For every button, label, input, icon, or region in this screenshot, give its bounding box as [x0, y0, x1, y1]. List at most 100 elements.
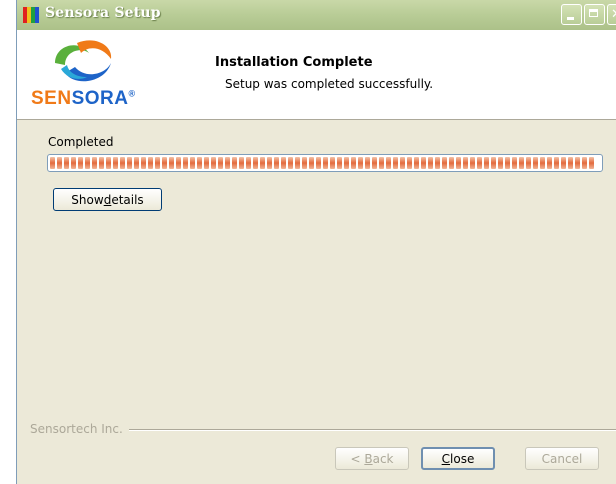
- progress-block: [428, 157, 433, 169]
- progress-block: [204, 157, 209, 169]
- progress-block: [484, 157, 489, 169]
- progress-block: [141, 157, 146, 169]
- window-title: Sensora Setup: [45, 5, 161, 21]
- close-window-button[interactable]: [607, 4, 616, 25]
- progress-block: [253, 157, 258, 169]
- progress-block: [498, 157, 503, 169]
- progress-block: [358, 157, 363, 169]
- progress-block: [470, 157, 475, 169]
- back-label-post: ack: [372, 451, 394, 466]
- status-label: Completed: [48, 135, 114, 149]
- maximize-button[interactable]: [584, 4, 605, 25]
- page-title: Installation Complete: [215, 55, 373, 70]
- progress-block: [463, 157, 468, 169]
- progress-block: [162, 157, 167, 169]
- progress-block: [113, 157, 118, 169]
- minimize-button[interactable]: [561, 4, 582, 25]
- page-subtitle: Setup was completed successfully.: [225, 77, 434, 91]
- progress-block: [274, 157, 279, 169]
- logo-text-sora: SORA: [71, 88, 129, 109]
- app-icon[interactable]: [23, 7, 39, 23]
- title-bar[interactable]: Sensora Setup: [17, 0, 616, 30]
- progress-block: [379, 157, 384, 169]
- progress-block: [316, 157, 321, 169]
- progress-block: [302, 157, 307, 169]
- progress-block: [85, 157, 90, 169]
- logo-swoosh-orange: [77, 40, 112, 59]
- show-details-label-pre: Show: [71, 192, 104, 207]
- progress-block: [365, 157, 370, 169]
- logo-registered-mark: ®: [128, 88, 136, 99]
- progress-block: [134, 157, 139, 169]
- progress-block: [519, 157, 524, 169]
- progress-block: [239, 157, 244, 169]
- progress-block: [197, 157, 202, 169]
- logo-mark-icon: [55, 40, 112, 82]
- back-label-pre: <: [350, 451, 365, 466]
- progress-block: [526, 157, 531, 169]
- progress-block: [295, 157, 300, 169]
- progress-block: [575, 157, 580, 169]
- progress-block: [330, 157, 335, 169]
- progress-block: [211, 157, 216, 169]
- progress-block: [400, 157, 405, 169]
- progress-block: [106, 157, 111, 169]
- show-details-label-post: etails: [111, 192, 144, 207]
- progress-block: [176, 157, 181, 169]
- back-button[interactable]: < Back: [335, 447, 409, 470]
- progress-block: [582, 157, 587, 169]
- progress-block: [225, 157, 230, 169]
- progress-block: [288, 157, 293, 169]
- progress-block: [50, 157, 55, 169]
- progress-block: [491, 157, 496, 169]
- progress-block: [477, 157, 482, 169]
- progress-block: [127, 157, 132, 169]
- footer-brand: Sensortech Inc.: [30, 422, 127, 436]
- progress-block: [99, 157, 104, 169]
- progress-block: [372, 157, 377, 169]
- cancel-button[interactable]: Cancel: [525, 447, 599, 470]
- progress-block: [183, 157, 188, 169]
- progress-block: [148, 157, 153, 169]
- progress-block: [449, 157, 454, 169]
- progress-block: [281, 157, 286, 169]
- progress-block: [57, 157, 62, 169]
- footer-divider: [129, 429, 616, 431]
- progress-block: [267, 157, 272, 169]
- close-label-accel: C: [441, 451, 451, 466]
- progress-block: [512, 157, 517, 169]
- progress-block: [505, 157, 510, 169]
- logo-swoosh-blue: [65, 63, 111, 82]
- progress-block: [540, 157, 545, 169]
- progress-block: [323, 157, 328, 169]
- progress-block: [554, 157, 559, 169]
- progress-block: [561, 157, 566, 169]
- logo-text-sen: SEN: [31, 88, 72, 109]
- progress-block: [533, 157, 538, 169]
- icon-bar-blue: [35, 7, 39, 23]
- progress-block: [190, 157, 195, 169]
- show-details-button[interactable]: Show d etails: [53, 188, 162, 211]
- sensora-logo: SENSORA®: [31, 33, 161, 118]
- close-button[interactable]: Close: [421, 447, 495, 470]
- progress-block: [120, 157, 125, 169]
- progress-block: [393, 157, 398, 169]
- setup-window: Sensora Setup SENSORA® Installation Comp…: [16, 0, 616, 484]
- progress-block: [246, 157, 251, 169]
- progress-block: [421, 157, 426, 169]
- back-label-accel: B: [364, 451, 373, 466]
- progress-bar: [47, 154, 603, 172]
- progress-block: [71, 157, 76, 169]
- progress-block: [414, 157, 419, 169]
- progress-block: [155, 157, 160, 169]
- progress-block: [351, 157, 356, 169]
- progress-block: [435, 157, 440, 169]
- progress-block: [337, 157, 342, 169]
- progress-block: [589, 157, 594, 169]
- progress-block: [309, 157, 314, 169]
- progress-block: [442, 157, 447, 169]
- progress-block: [232, 157, 237, 169]
- progress-block: [407, 157, 412, 169]
- logo-text: SENSORA®: [31, 88, 136, 110]
- progress-block: [92, 157, 97, 169]
